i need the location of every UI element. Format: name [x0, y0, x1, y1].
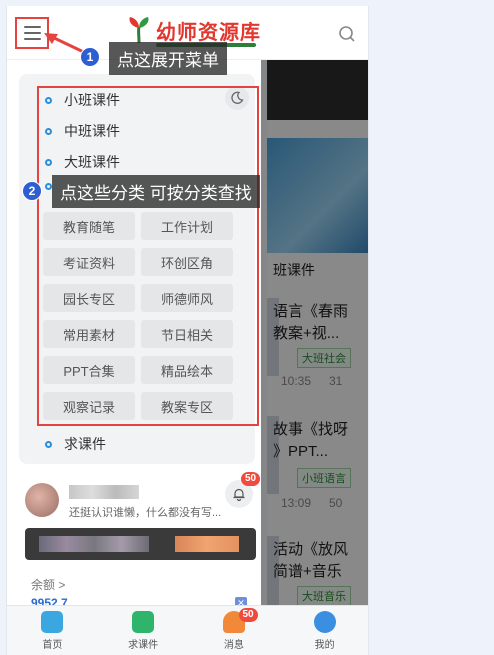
nav-label: 消息 — [223, 639, 244, 651]
phone-screen: 班课件 语言《春雨 教案+视... 大班社会 10:35 31 故事《找呀 》P… — [6, 6, 369, 655]
nav-messages[interactable]: 消息 50 — [189, 606, 280, 655]
message-badge: 50 — [238, 608, 258, 622]
nav-request[interactable]: 求课件 — [98, 606, 189, 655]
logo-text: 幼师资源库 — [156, 21, 261, 44]
menu-icon — [23, 38, 41, 40]
highlight-box — [37, 86, 259, 426]
notification-badge: 50 — [241, 472, 261, 486]
bullet-icon — [45, 440, 52, 448]
vip-button-blurred — [175, 536, 239, 552]
nav-home[interactable]: 首页 — [7, 606, 98, 655]
home-icon — [41, 610, 64, 633]
nav-label: 首页 — [42, 639, 63, 651]
user-bio: 还挺认识谁懒，什么都没有写... — [69, 507, 222, 519]
wallet-icon — [132, 610, 155, 633]
annotation-tip: 点这展开菜单 — [109, 42, 227, 75]
avatar[interactable] — [25, 483, 59, 517]
step-number: 1 — [80, 47, 100, 67]
bottom-nav: 首页 求课件 消息 50 我的 — [7, 605, 368, 655]
user-icon — [313, 610, 336, 633]
vip-banner[interactable] — [25, 528, 256, 560]
bell-icon — [233, 488, 245, 501]
username-blurred — [69, 485, 139, 499]
site-logo[interactable]: 幼师资源库 — [124, 15, 261, 47]
menu-icon — [23, 26, 41, 28]
menu-icon — [23, 32, 41, 34]
request-courseware-item[interactable]: 求课件 — [45, 434, 106, 454]
search-icon[interactable] — [338, 25, 356, 43]
drawer-overlay[interactable] — [261, 60, 368, 605]
sprout-logo-icon — [124, 15, 154, 45]
nav-label: 求课件 — [128, 639, 159, 651]
step-number: 2 — [22, 181, 42, 201]
vip-text-blurred — [39, 536, 149, 552]
nav-label: 我的 — [314, 639, 335, 651]
nav-profile[interactable]: 我的 — [279, 606, 368, 655]
annotation-tip: 点这些分类 可按分类查找 — [52, 175, 260, 208]
balance-label: 余额 > — [31, 578, 66, 592]
category-label: 求课件 — [64, 436, 106, 452]
side-drawer: 小班课件 中班课件 大班课件 教育随笔 工作计划 考证资料 环创区角 园长专区 … — [7, 60, 261, 612]
